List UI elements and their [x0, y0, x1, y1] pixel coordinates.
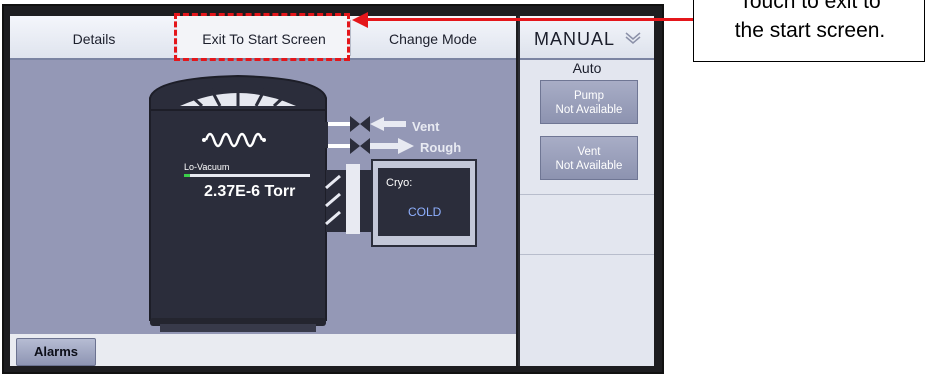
vent-button[interactable]: Vent Not Available [540, 136, 638, 180]
mode-label: MANUAL [534, 29, 616, 49]
callout-box: Touch to exit to the start screen. [693, 0, 925, 62]
chevron-down-icon[interactable] [624, 31, 642, 45]
alarms-button[interactable]: Alarms [16, 338, 96, 366]
pump-button-status: Not Available [555, 104, 623, 116]
vacuum-schematic: Vent Rough Lo-Vacuum 2.37E-6 Torr Cryo: … [149, 74, 477, 332]
pump-button-title: Pump [573, 90, 605, 102]
cryo-status: COLD [408, 205, 442, 219]
callout-text-line1: Touch to exit to [739, 0, 881, 13]
callout-text-line2: the start screen. [734, 19, 886, 42]
vent-label: Vent [412, 119, 440, 134]
panel-divider [520, 194, 654, 195]
gauge-bar-track [184, 174, 310, 177]
callout-arrow-icon [352, 12, 693, 28]
vent-valve-icon [350, 116, 370, 132]
pressure-readout: 2.37E-6 Torr [204, 183, 295, 200]
tab-exit-to-start-screen[interactable]: Exit To Start Screen [178, 16, 350, 58]
vent-arrow-icon [370, 117, 406, 131]
cryo-label: Cryo: [386, 177, 412, 189]
rough-label: Rough [420, 140, 461, 155]
gauge-label: Lo-Vacuum [184, 162, 229, 172]
panel-divider [520, 254, 654, 255]
vent-button-status: Not Available [555, 160, 623, 172]
gauge-bar-indicator [184, 174, 190, 177]
rough-valve-icon [350, 138, 370, 154]
bottom-bar: Alarms [10, 334, 516, 366]
mode-control-panel: MANUAL Auto Pump Not Available Vent Not … [518, 16, 654, 366]
tab-details[interactable]: Details [10, 16, 178, 58]
pump-button[interactable]: Pump Not Available [540, 80, 638, 124]
auto-label: Auto [572, 60, 602, 76]
vent-button-title: Vent [577, 146, 601, 158]
rough-arrow-icon [370, 138, 414, 154]
